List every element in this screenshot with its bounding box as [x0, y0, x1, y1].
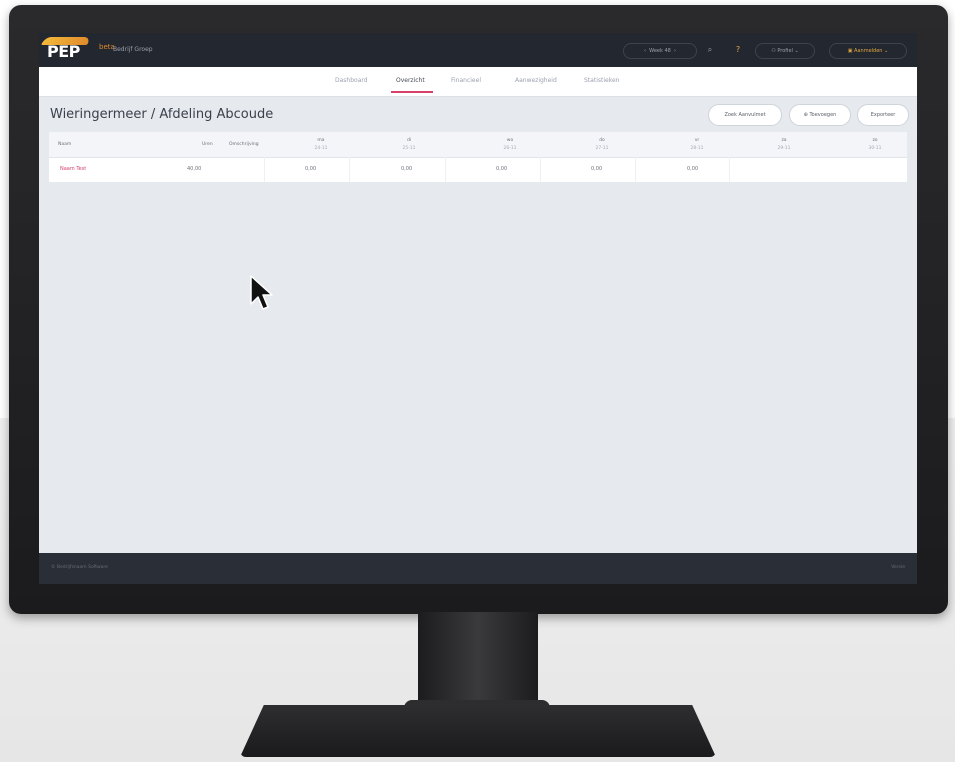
organization-name: Bedrijf Groep [113, 46, 153, 53]
day-date: 27-11 [595, 146, 609, 151]
column-divider [264, 157, 265, 182]
user-icon: ⚇ [771, 48, 776, 54]
table-row[interactable]: Naam Test 40,00 0,00 0,00 0,00 0,00 0,00 [49, 157, 907, 182]
app-footer: © Bedrijfsnaam Software Versie [39, 553, 917, 584]
logo-text: PEP [47, 42, 80, 61]
day-label: vr [694, 138, 700, 143]
account-icon: ▣ [847, 48, 853, 54]
tab-dashboard[interactable]: Dashboard [335, 77, 368, 84]
day-value-cell[interactable]: 0,00 [591, 166, 602, 172]
day-label: za [781, 138, 787, 143]
add-button-label: Toevoegen [809, 112, 837, 118]
column-divider [349, 157, 350, 182]
page-title: Wieringermeer / Afdeling Abcoude [50, 107, 274, 122]
search-supplement-button[interactable]: Zoek Aanvulmet [708, 104, 782, 126]
column-header-day[interactable]: wo 26-11 [492, 138, 528, 151]
day-date: 28-11 [690, 146, 704, 151]
day-date: 25-11 [402, 146, 416, 151]
user-label: Profiel [777, 48, 793, 54]
tab-aanwezigheid[interactable]: Aanwezigheid [515, 77, 557, 84]
day-date: 29-11 [777, 146, 791, 151]
day-label: di [406, 138, 412, 143]
account-label: Aanmelden [854, 48, 883, 54]
column-header-day[interactable]: ma 24-11 [303, 138, 339, 151]
column-header-day[interactable]: zo 30-11 [857, 138, 893, 151]
help-icon[interactable]: ? [731, 43, 745, 57]
tab-statistieken[interactable]: Statistieken [584, 77, 619, 84]
column-header-description[interactable]: Omschrijving [229, 142, 259, 147]
footer-version: Versie [891, 565, 905, 570]
active-tab-indicator [391, 91, 433, 93]
period-label: Week 48 [649, 48, 671, 54]
day-value-cell[interactable]: 0,00 [687, 166, 698, 172]
column-header-name[interactable]: Naam [58, 142, 71, 147]
column-header-day[interactable]: vr 28-11 [679, 138, 715, 151]
export-button[interactable]: Exporteer [857, 104, 909, 126]
tab-overzicht[interactable]: Overzicht [396, 77, 425, 84]
monitor-base [240, 705, 716, 757]
chevron-down-icon: ⌄ [884, 48, 889, 54]
footer-copyright: © Bedrijfsnaam Software [51, 565, 108, 570]
chevron-right-icon[interactable]: › [674, 48, 676, 54]
schedule-table: Naam Uren Omschrijving ma 24-11 di 25-11 w… [49, 132, 907, 182]
user-menu[interactable]: ⚇ Profiel ⌄ [755, 43, 815, 59]
table-header: Naam Uren Omschrijving ma 24-11 di 25-11 w… [49, 132, 907, 158]
employee-name-link[interactable]: Naam Test [60, 166, 86, 172]
day-date: 30-11 [868, 146, 882, 151]
column-divider [540, 157, 541, 182]
monitor-screen: PEP beta Bedrijf Groep ‹ Week 48 › ⌕ ? ⚇… [39, 33, 917, 584]
day-value-cell[interactable]: 0,00 [496, 166, 507, 172]
day-date: 26-11 [503, 146, 517, 151]
add-button[interactable]: ⊕ Toevoegen [789, 104, 851, 126]
tab-financieel[interactable]: Financieel [451, 77, 481, 84]
week-selector[interactable]: ‹ Week 48 › [623, 43, 697, 59]
day-date: 24-11 [314, 146, 328, 151]
hours-cell: 40,00 [187, 166, 202, 172]
plus-icon: ⊕ [803, 112, 808, 118]
column-header-day[interactable]: di 25-11 [391, 138, 427, 151]
mouse-cursor-icon [250, 275, 273, 310]
account-menu[interactable]: ▣ Aanmelden ⌄ [829, 43, 907, 59]
day-label: do [599, 138, 605, 143]
day-label: zo [872, 138, 878, 143]
day-value-cell[interactable]: 0,00 [401, 166, 412, 172]
top-navbar: PEP beta Bedrijf Groep ‹ Week 48 › ⌕ ? ⚇… [39, 33, 917, 67]
column-divider [635, 157, 636, 182]
column-header-day[interactable]: za 29-11 [766, 138, 802, 151]
chevron-down-icon: ⌄ [794, 48, 799, 54]
tab-bar: Dashboard Overzicht Financieel Aanwezigh… [39, 67, 917, 97]
app-logo[interactable]: PEP beta [41, 37, 123, 61]
day-label: ma [317, 138, 325, 143]
day-label: wo [506, 138, 514, 143]
day-value-cell[interactable]: 0,00 [305, 166, 316, 172]
column-divider [445, 157, 446, 182]
search-icon[interactable]: ⌕ [703, 43, 717, 57]
column-header-day[interactable]: do 27-11 [584, 138, 620, 151]
column-divider [729, 157, 730, 182]
column-header-hours[interactable]: Uren [202, 142, 213, 147]
chevron-left-icon[interactable]: ‹ [644, 48, 646, 54]
